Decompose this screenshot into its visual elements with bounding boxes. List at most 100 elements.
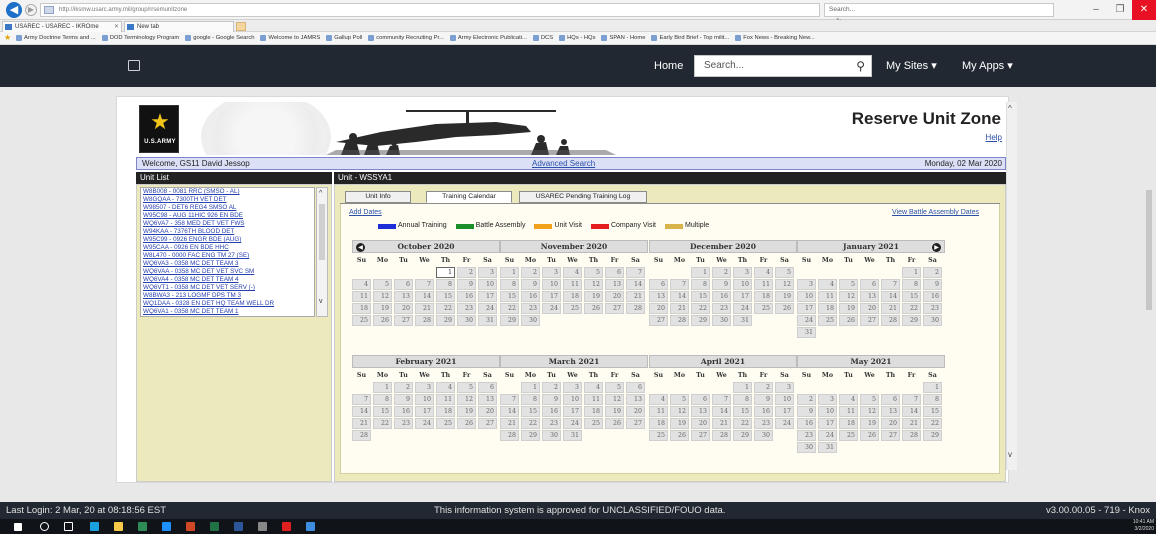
calendar-day[interactable]: 5 [373, 279, 392, 290]
calendar-day[interactable]: 9 [542, 394, 561, 405]
calendar-day[interactable]: 16 [521, 291, 540, 302]
calendar-day[interactable]: 6 [691, 394, 710, 405]
calendar-day[interactable]: 17 [797, 303, 816, 314]
calendar-day[interactable]: 20 [881, 418, 900, 429]
calendar-day[interactable]: 24 [797, 315, 816, 326]
calendar-day[interactable]: 26 [605, 418, 624, 429]
calendar-day[interactable]: 13 [626, 394, 645, 405]
word-icon[interactable] [234, 522, 243, 531]
calendar-day[interactable]: 21 [881, 303, 900, 314]
unit-list-item[interactable]: WQ6VT1 - 0358 MC DET VET SERV (-) [141, 284, 314, 292]
calendar-day[interactable]: 6 [394, 279, 413, 290]
calendar-day[interactable]: 9 [754, 394, 773, 405]
calendar-day[interactable]: 9 [923, 279, 942, 290]
calendar-day[interactable]: 13 [881, 406, 900, 417]
calendar-day[interactable]: 29 [500, 315, 519, 326]
calendar-day[interactable]: 16 [712, 291, 731, 302]
acrobat-icon[interactable] [282, 522, 291, 531]
calendar-day[interactable]: 17 [415, 406, 434, 417]
calendar-day[interactable]: 13 [860, 291, 879, 302]
calendar-day[interactable]: 7 [500, 394, 519, 405]
calendar-day[interactable]: 25 [584, 418, 603, 429]
calendar-day[interactable]: 16 [754, 406, 773, 417]
back-button[interactable]: ◀ [6, 2, 22, 18]
favorite-link[interactable]: DOD Terminology Program [101, 32, 179, 44]
calendar-day[interactable]: 10 [563, 394, 582, 405]
calendar-day[interactable]: 17 [733, 291, 752, 302]
calendar-day[interactable]: 12 [775, 279, 794, 290]
calendar-day[interactable]: 27 [605, 303, 624, 314]
calendar-day[interactable]: 1 [500, 267, 519, 278]
calendar-day[interactable]: 30 [797, 442, 816, 453]
calendar-day[interactable]: 21 [500, 418, 519, 429]
favorite-link[interactable]: Gallup Poll [326, 32, 362, 44]
calendar-day[interactable]: 11 [839, 406, 858, 417]
calendar-day[interactable]: 27 [478, 418, 497, 429]
calendar-day[interactable]: 5 [860, 394, 879, 405]
nav-search-input[interactable]: Search... ⚲ [694, 55, 872, 77]
calendar-day[interactable]: 8 [436, 279, 455, 290]
calendar-day[interactable]: 9 [797, 406, 816, 417]
calendar-day[interactable]: 20 [478, 406, 497, 417]
prev-month-icon[interactable]: ◀ [356, 243, 365, 252]
view-battle-assembly-link[interactable]: View Battle Assembly Dates [892, 209, 979, 216]
calendar-day[interactable]: 10 [542, 279, 561, 290]
calendar-day[interactable]: 18 [436, 406, 455, 417]
calendar-day[interactable]: 4 [563, 267, 582, 278]
calendar-day[interactable]: 10 [818, 406, 837, 417]
calendar-day[interactable]: 30 [542, 430, 561, 441]
unit-list-item[interactable]: W8GQAA - 7300TH VET DET [141, 196, 314, 204]
unit-list-item[interactable]: W95CAA - 0926 EN BDE HHC [141, 244, 314, 252]
calendar-day[interactable]: 28 [500, 430, 519, 441]
calendar-day[interactable]: 11 [649, 406, 668, 417]
calendar-day[interactable]: 19 [457, 406, 476, 417]
calendar-day[interactable]: 7 [712, 394, 731, 405]
calendar-day[interactable]: 2 [457, 267, 476, 278]
calendar-day[interactable]: 17 [818, 418, 837, 429]
favorite-link[interactable]: google - Google Search [185, 32, 254, 44]
calendar-day[interactable]: 18 [584, 406, 603, 417]
favorite-link[interactable]: Army Electronic Publicati... [449, 32, 527, 44]
tab-close-icon[interactable]: ✕ [114, 22, 119, 32]
calendar-day[interactable]: 19 [670, 418, 689, 429]
calendar-day[interactable]: 25 [818, 315, 837, 326]
calendar-day[interactable]: 4 [839, 394, 858, 405]
calendar-day[interactable]: 8 [923, 394, 942, 405]
calendar-day[interactable]: 23 [521, 303, 540, 314]
calendar-day[interactable]: 26 [775, 303, 794, 314]
calendar-day[interactable]: 31 [797, 327, 816, 338]
calendar-day[interactable]: 26 [839, 315, 858, 326]
calendar-day[interactable]: 25 [436, 418, 455, 429]
scroll-down-icon[interactable]: v [1008, 450, 1012, 459]
calendar-day[interactable]: 21 [670, 303, 689, 314]
calendar-day[interactable]: 14 [712, 406, 731, 417]
favorite-link[interactable]: Early Bird Brief - Top milit... [651, 32, 729, 44]
calendar-day[interactable]: 28 [881, 315, 900, 326]
search-icon[interactable]: ⚲ [856, 56, 865, 76]
calendar-day[interactable]: 5 [457, 382, 476, 393]
new-tab-button[interactable] [236, 22, 246, 31]
calendar-day[interactable]: 26 [670, 430, 689, 441]
calendar-day[interactable]: 27 [626, 418, 645, 429]
calendar-day[interactable]: 21 [415, 303, 434, 314]
calendar-day[interactable]: 6 [626, 382, 645, 393]
calendar-day[interactable]: 13 [605, 279, 624, 290]
calendar-day[interactable]: 20 [860, 303, 879, 314]
calendar-day[interactable]: 15 [923, 406, 942, 417]
favorite-link[interactable]: community Recruiting Pr... [368, 32, 444, 44]
calendar-day[interactable]: 9 [712, 279, 731, 290]
close-icon[interactable]: ✕ [1132, 0, 1156, 20]
calendar-day[interactable]: 20 [626, 406, 645, 417]
browser-tab-new[interactable]: New tab [124, 21, 234, 32]
help-link[interactable]: Help [986, 133, 1002, 142]
calendar-day[interactable]: 10 [797, 291, 816, 302]
calendar-day[interactable]: 12 [670, 406, 689, 417]
calendar-day[interactable]: 23 [923, 303, 942, 314]
calendar-day[interactable]: 24 [542, 303, 561, 314]
calendar-day[interactable]: 10 [733, 279, 752, 290]
calendar-day[interactable]: 24 [775, 418, 794, 429]
calendar-day[interactable]: 12 [457, 394, 476, 405]
calendar-day[interactable]: 12 [584, 279, 603, 290]
calendar-day[interactable]: 18 [754, 291, 773, 302]
favorite-link[interactable]: SPAN - Home [601, 32, 645, 44]
